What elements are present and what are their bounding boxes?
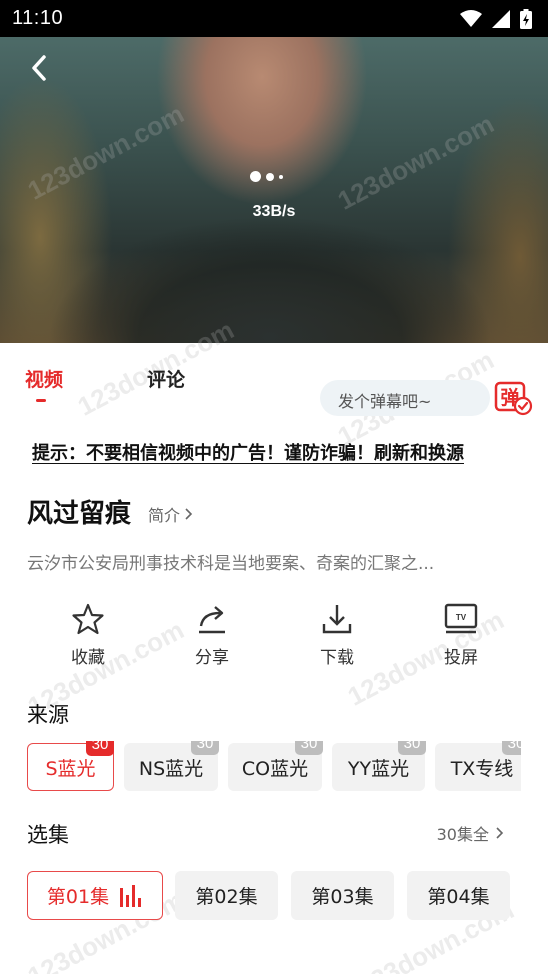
episode-count-badge: 30 (502, 741, 521, 755)
buffer-speed: 33B/s (252, 203, 296, 220)
download-icon (322, 605, 352, 634)
action-bar: 收藏 分享 下载 TV 投屏 (0, 601, 548, 671)
danmu-toggle-button[interactable]: 弹 (494, 380, 534, 416)
source-label: YY蓝光 (347, 757, 410, 780)
download-label: 下载 (320, 648, 354, 668)
source-chip[interactable]: TX专线 30 (435, 741, 521, 791)
wifi-icon (460, 9, 482, 27)
episode-chip[interactable]: 第01集 (27, 871, 163, 920)
all-episodes-label: 30集全 (436, 825, 489, 844)
danmu-icon: 弹 (494, 381, 533, 416)
chevron-right-icon (185, 508, 193, 520)
source-chip[interactable]: NS蓝光 30 (124, 741, 219, 791)
source-label: S蓝光 (45, 757, 96, 780)
tab-comments[interactable]: 评论 (147, 365, 185, 392)
episode-count-badge: 30 (295, 741, 323, 755)
episode-chip[interactable]: 第03集 (291, 871, 394, 920)
svg-text:TV: TV (456, 613, 467, 622)
episode-label: 第02集 (195, 886, 258, 908)
episode-list[interactable]: 第01集 第02集 第03集 第04集 (27, 871, 537, 923)
source-label: CO蓝光 (241, 757, 309, 780)
source-label: NS蓝光 (138, 757, 204, 780)
tv-cast-icon: TV (444, 603, 478, 634)
warning-marquee: 提示：不要相信视频中的广告！谨防诈骗！刷新和换源 (32, 439, 518, 467)
source-label: TX专线 (450, 757, 514, 780)
tab-video[interactable]: 视频 (25, 365, 64, 402)
episode-label: 第04集 (427, 886, 490, 908)
share-icon (199, 606, 225, 634)
star-icon (72, 603, 104, 635)
favorite-button[interactable]: 收藏 (48, 601, 128, 668)
detail-panel: 123down.com 123down.com 123down.com 123d… (0, 314, 548, 974)
episode-label: 第01集 (46, 886, 110, 908)
episode-count-badge: 30 (398, 741, 426, 755)
episodes-title: 选集 (27, 823, 69, 847)
episode-label: 第03集 (311, 886, 374, 908)
back-button[interactable] (22, 51, 56, 85)
playing-bars-icon (120, 884, 142, 907)
episode-chip[interactable]: 第04集 (407, 871, 510, 920)
chevron-right-icon (496, 827, 504, 839)
all-episodes-link[interactable]: 30集全 (437, 821, 504, 845)
cast-label: 投屏 (444, 648, 478, 668)
signal-icon (492, 9, 510, 28)
system-icons (460, 8, 532, 29)
share-button[interactable]: 分享 (172, 601, 252, 668)
tab-video-label: 视频 (25, 369, 64, 391)
show-description: 云汐市公安局刑事技术科是当地要案、奇案的汇聚之... (27, 554, 435, 574)
source-chip[interactable]: YY蓝光 30 (332, 741, 426, 791)
show-title: 风过留痕 (27, 499, 132, 529)
tab-bar: 视频 评论 发个弹幕吧~ 弹 (0, 363, 548, 416)
source-chip[interactable]: CO蓝光 30 (228, 741, 323, 791)
tab-comments-label: 评论 (147, 369, 186, 391)
episode-count-badge: 30 (86, 741, 114, 756)
sources-title: 来源 (27, 703, 69, 727)
status-time: 11:10 (12, 7, 64, 29)
loading-dots (250, 171, 283, 182)
status-bar: 11:10 (0, 0, 548, 37)
video-frame (0, 37, 548, 343)
intro-link[interactable]: 简介 (148, 502, 193, 526)
episode-chip[interactable]: 第02集 (175, 871, 278, 920)
share-label: 分享 (195, 648, 229, 668)
favorite-label: 收藏 (71, 648, 105, 668)
warning-text: 提示：不要相信视频中的广告！谨防诈骗！刷新和换源 (32, 443, 464, 464)
download-button[interactable]: 下载 (297, 601, 377, 668)
episode-count-badge: 30 (191, 741, 219, 755)
source-chip[interactable]: S蓝光 30 (27, 741, 114, 791)
danmu-input[interactable]: 发个弹幕吧~ (320, 380, 490, 416)
cast-button[interactable]: TV 投屏 (421, 601, 501, 668)
intro-label: 简介 (148, 506, 181, 525)
chevron-left-icon (32, 55, 46, 81)
tab-active-indicator (36, 399, 46, 402)
video-player[interactable]: 33B/s 123down.com 123down.com (0, 37, 548, 343)
battery-charging-icon (520, 8, 532, 29)
source-list[interactable]: S蓝光 30 NS蓝光 30 CO蓝光 30 YY蓝光 30 TX专线 30 (27, 741, 521, 797)
